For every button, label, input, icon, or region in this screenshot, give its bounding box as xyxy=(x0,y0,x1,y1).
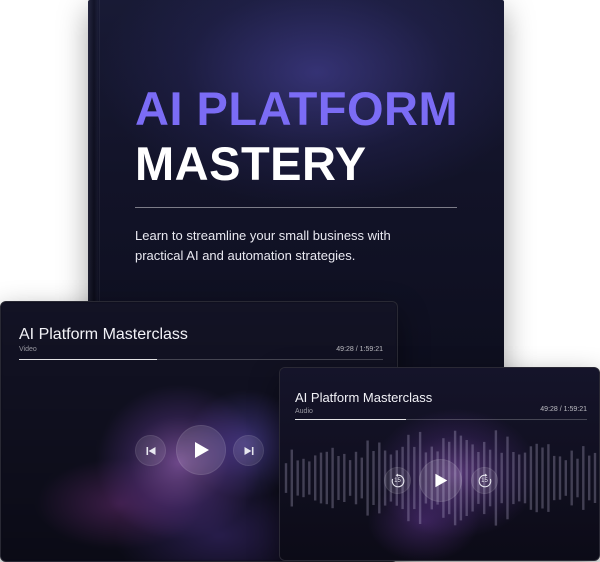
audio-player: AI Platform Masterclass Audio 49:28 / 1:… xyxy=(279,367,600,561)
book-title-accent: AI PLATFORM xyxy=(135,82,459,135)
waveform-bar xyxy=(593,452,597,503)
forward-15-icon: 15 xyxy=(477,473,493,489)
waveform-bar xyxy=(512,452,515,505)
waveform-bar xyxy=(523,452,527,504)
divider xyxy=(135,207,457,208)
product-mockup: AI PLATFORM MASTERY Learn to streamline … xyxy=(0,0,600,562)
play-icon xyxy=(432,472,449,489)
skip-next-icon xyxy=(243,445,255,457)
previous-button[interactable] xyxy=(135,435,166,466)
waveform-bar xyxy=(354,451,358,505)
audio-play-button[interactable] xyxy=(419,459,462,502)
forward-15-button[interactable]: 15 xyxy=(471,467,498,494)
waveform-bar xyxy=(331,447,334,509)
audio-progress-bar[interactable] xyxy=(295,419,587,420)
waveform-bar xyxy=(506,436,509,520)
book-title: MASTERY xyxy=(135,137,367,190)
waveform-bar xyxy=(314,455,317,501)
waveform-bar xyxy=(343,453,346,502)
waveform-bar xyxy=(378,442,381,514)
waveform-bar xyxy=(290,449,293,507)
waveform-bar xyxy=(284,463,288,493)
waveform-bar xyxy=(564,460,567,496)
rewind-15-icon: 15 xyxy=(390,473,406,489)
waveform-bar xyxy=(325,451,328,505)
waveform-bar xyxy=(308,461,311,495)
waveform-bar xyxy=(302,458,305,498)
audio-type-label: Audio xyxy=(295,408,313,415)
waveform-bar xyxy=(576,458,579,498)
book-subtitle: Learn to streamline your small business … xyxy=(135,228,391,263)
waveform-bar xyxy=(296,460,299,496)
waveform-bar xyxy=(413,446,416,510)
waveform-bar xyxy=(553,455,556,501)
waveform-bar xyxy=(535,443,538,513)
audio-title: AI Platform Masterclass xyxy=(295,390,433,405)
waveform-bar xyxy=(500,452,503,504)
waveform-bar xyxy=(518,454,521,502)
waveform-bar xyxy=(360,457,363,499)
waveform-bar xyxy=(588,455,591,501)
waveform-bar xyxy=(348,460,352,496)
waveform-bar xyxy=(372,451,375,505)
play-icon xyxy=(191,440,211,460)
waveform-bar xyxy=(366,440,369,516)
waveform-bar xyxy=(337,456,340,500)
video-progress-bar[interactable] xyxy=(19,359,383,360)
waveform-bar xyxy=(558,456,562,500)
waveform-bar xyxy=(570,450,573,506)
video-type-label: Video xyxy=(19,346,37,353)
waveform-bar xyxy=(529,446,533,510)
skip-previous-icon xyxy=(145,445,157,457)
audio-progress-fill xyxy=(295,419,406,420)
waveform-bar xyxy=(541,447,544,509)
audio-timestamp: 49:28 / 1:59:21 xyxy=(540,406,587,413)
waveform-bar xyxy=(319,452,323,504)
forward-seconds-label: 15 xyxy=(481,477,488,484)
video-timestamp: 49:28 / 1:59:21 xyxy=(336,346,383,353)
waveform-bar xyxy=(582,446,585,510)
waveform-bar xyxy=(547,444,550,512)
rewind-seconds-label: 15 xyxy=(394,477,401,484)
video-title: AI Platform Masterclass xyxy=(19,326,188,343)
next-button[interactable] xyxy=(233,435,264,466)
rewind-15-button[interactable]: 15 xyxy=(384,467,411,494)
video-progress-fill xyxy=(19,359,158,360)
play-button[interactable] xyxy=(176,425,226,475)
waveform-bar xyxy=(465,440,468,516)
